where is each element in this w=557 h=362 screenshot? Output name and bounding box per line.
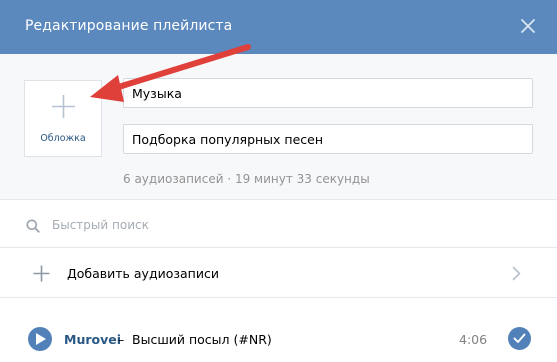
track-duration: 4:06 xyxy=(459,332,488,347)
plus-icon xyxy=(51,94,76,119)
plus-icon xyxy=(33,265,50,282)
cover-upload-button[interactable]: Обложка xyxy=(24,80,102,157)
play-icon[interactable] xyxy=(28,327,52,351)
quick-search xyxy=(0,201,557,248)
modal-header: Редактирование плейлиста xyxy=(0,0,557,54)
track-artist[interactable]: Murovei xyxy=(64,332,121,347)
close-icon[interactable] xyxy=(519,17,537,35)
search-icon xyxy=(26,218,40,233)
track-title: Высший посыл (#NR) xyxy=(132,332,272,347)
playlist-title-input[interactable] xyxy=(123,78,533,108)
table-row[interactable]: Murovei – Высший посыл (#NR) 4:06 xyxy=(0,320,557,358)
playlist-info-section: Обложка 6 аудиозаписей · 19 минут 33 сек… xyxy=(0,54,557,200)
chevron-right-icon xyxy=(512,266,521,281)
cover-label: Обложка xyxy=(40,133,86,144)
edit-playlist-modal: Редактирование плейлиста Обложка 6 аудио… xyxy=(0,0,557,362)
playlist-stats: 6 аудиозаписей · 19 минут 33 секунды xyxy=(123,172,370,186)
playlist-description-input[interactable] xyxy=(123,124,533,154)
modal-title: Редактирование плейлиста xyxy=(25,18,233,34)
add-audio-button[interactable]: Добавить аудиозаписи xyxy=(0,249,557,298)
check-icon[interactable] xyxy=(508,327,531,350)
track-separator: – xyxy=(118,332,125,347)
quick-search-input[interactable] xyxy=(52,211,532,238)
add-audio-label: Добавить аудиозаписи xyxy=(67,266,219,281)
